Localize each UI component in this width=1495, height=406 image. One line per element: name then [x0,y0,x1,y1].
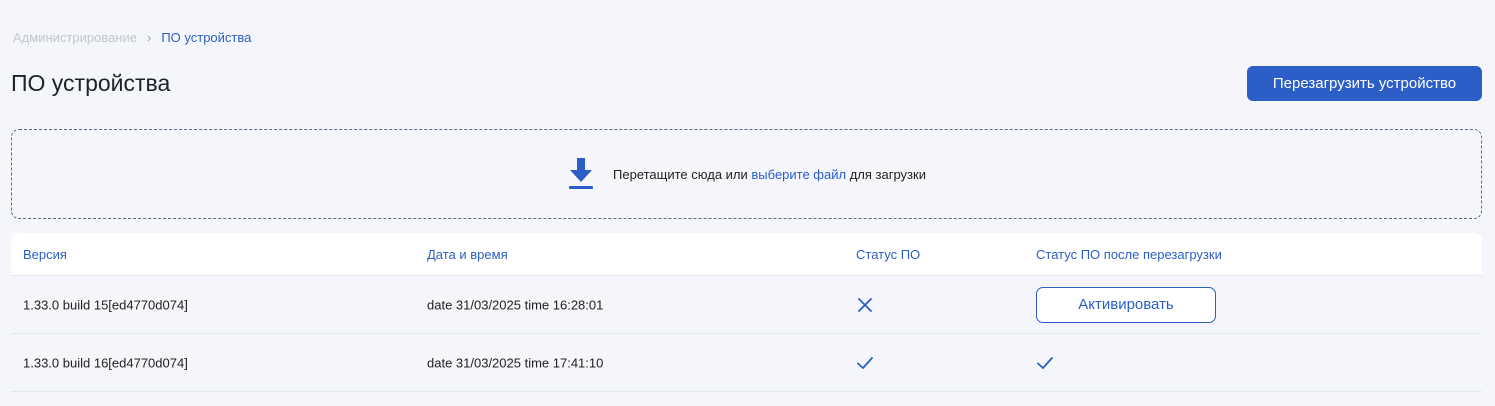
page: Администрирование › ПО устройства ПО уст… [0,0,1495,406]
activate-button[interactable]: Активировать [1036,286,1216,323]
breadcrumb-item-administration[interactable]: Администрирование [13,30,137,45]
check-icon [1036,354,1054,372]
dropzone-text-after: для загрузки [846,166,926,182]
datetime-cell: date 31/03/2025 time 17:41:10 [427,355,604,370]
version-cell: 1.33.0 build 15[ed4770d074] [23,297,188,312]
breadcrumb-separator-icon: › [146,30,152,45]
page-title: ПО устройства [11,70,171,96]
table-row: 1.33.0 build 16[ed4770d074] date 31/03/2… [11,334,1482,392]
download-icon [567,157,595,191]
choose-file-link[interactable]: выберите файл [751,167,846,182]
table-header: Версия Дата и время Статус ПО Статус ПО … [11,233,1482,276]
header-version[interactable]: Версия [23,247,67,262]
cross-icon [856,296,874,314]
dropzone-text: Перетащите сюда или выберите файл для за… [613,167,926,182]
activate-cell: Активировать [1036,286,1216,323]
header-status[interactable]: Статус ПО [856,247,920,262]
header-datetime[interactable]: Дата и время [427,247,508,262]
check-icon [856,354,874,372]
dropzone-text-before: Перетащите сюда или [613,166,752,182]
header-status-after-reboot[interactable]: Статус ПО после перезагрузки [1036,247,1222,262]
file-dropzone[interactable]: Перетащите сюда или выберите файл для за… [11,129,1482,219]
breadcrumb-item-current: ПО устройства [161,30,252,45]
table-row: 1.33.0 build 15[ed4770d074] date 31/03/2… [11,276,1482,334]
reboot-device-button[interactable]: Перезагрузить устройство [1247,66,1482,101]
firmware-table: Версия Дата и время Статус ПО Статус ПО … [11,233,1482,392]
datetime-cell: date 31/03/2025 time 16:28:01 [427,297,604,312]
breadcrumb: Администрирование › ПО устройства [13,30,251,45]
version-cell: 1.33.0 build 16[ed4770d074] [23,355,188,370]
